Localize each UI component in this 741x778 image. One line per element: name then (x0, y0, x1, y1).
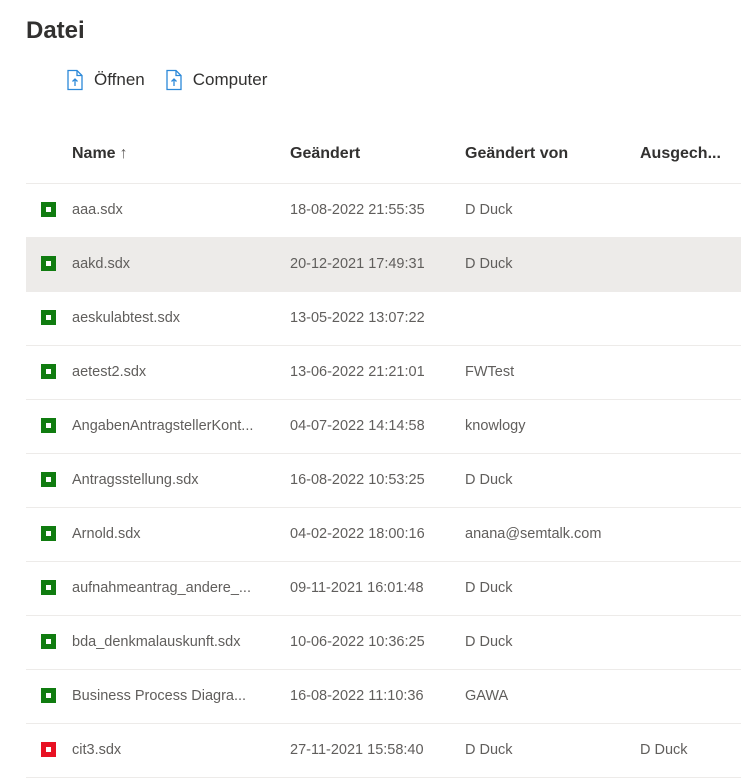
sort-ascending-icon: ↑ (119, 145, 128, 162)
open-file-icon (64, 68, 86, 92)
computer-label: Computer (192, 70, 268, 89)
file-modified-date: 18-08-2022 21:55:35 (290, 202, 425, 218)
file-checked-out-by: D Duck (640, 742, 688, 758)
table-row[interactable]: cit3.sdx 27-11-2021 15:58:40 D Duck D Duck (26, 724, 741, 778)
toolbar: Öffnen Computer (64, 66, 285, 94)
file-modified-date: 10-06-2022 10:36:25 (290, 634, 425, 650)
file-status-icon (41, 580, 56, 595)
table-row[interactable]: bda_denkmalauskunft.sdx 10-06-2022 10:36:… (26, 616, 741, 670)
column-header-changed[interactable]: Geändert (290, 145, 360, 163)
file-name: aakd.sdx (72, 256, 131, 272)
file-modified-by: FWTest (465, 364, 515, 380)
file-modified-by: knowlogy (465, 418, 526, 434)
file-status-icon (41, 526, 56, 541)
table-body: aaa.sdx 18-08-2022 21:55:35 D Duck aakd.sdx… (26, 184, 741, 778)
table-header: Name ↑ Geändert Geändert von Ausgech... (26, 130, 741, 184)
file-modified-date: 13-05-2022 13:07:22 (290, 310, 425, 326)
file-name: Antragsstellung.sdx (72, 472, 199, 488)
file-name: aetest2.sdx (72, 364, 147, 380)
column-header-name[interactable]: Name ↑ (72, 145, 128, 163)
file-locked-icon (41, 742, 56, 757)
file-list: Name ↑ Geändert Geändert von Ausgech... a… (26, 130, 741, 778)
table-row[interactable]: AngabenAntragstellerKont... 04-07-2022 14… (26, 400, 741, 454)
file-status-icon (41, 202, 56, 217)
page-title: Datei (26, 17, 85, 44)
file-status-icon (41, 688, 56, 703)
file-modified-by: D Duck (465, 256, 513, 272)
file-modified-by: GAWA (465, 688, 509, 704)
file-modified-by: D Duck (465, 472, 513, 488)
file-modified-date: 04-02-2022 18:00:16 (290, 526, 425, 542)
file-name: aeskulabtest.sdx (72, 310, 181, 326)
file-name: Business Process Diagra... (72, 688, 247, 704)
file-modified-by: D Duck (465, 580, 513, 596)
computer-button[interactable]: Computer (163, 66, 268, 94)
file-name: aaa.sdx (72, 202, 123, 218)
file-modified-date: 27-11-2021 15:58:40 (290, 742, 424, 758)
table-row[interactable]: aufnahmeantrag_andere_... 09-11-2021 16:0… (26, 562, 741, 616)
column-header-checked-out[interactable]: Ausgech... (640, 145, 740, 163)
file-status-icon (41, 418, 56, 433)
file-name: AngabenAntragstellerKont... (72, 418, 254, 434)
file-name: Arnold.sdx (72, 526, 141, 542)
file-modified-by: D Duck (465, 202, 513, 218)
open-button[interactable]: Öffnen (64, 66, 145, 94)
file-status-icon (41, 256, 56, 271)
file-modified-date: 16-08-2022 11:10:36 (290, 688, 424, 704)
table-row[interactable]: aakd.sdx 20-12-2021 17:49:31 D Duck (26, 238, 741, 292)
table-row[interactable]: Arnold.sdx 04-02-2022 18:00:16 anana@semta… (26, 508, 741, 562)
table-row[interactable]: aaa.sdx 18-08-2022 21:55:35 D Duck (26, 184, 741, 238)
table-row[interactable]: Antragsstellung.sdx 16-08-2022 10:53:25 D … (26, 454, 741, 508)
open-label: Öffnen (94, 70, 145, 89)
file-modified-date: 09-11-2021 16:01:48 (290, 580, 424, 596)
upload-file-icon (163, 68, 185, 92)
table-row[interactable]: aeskulabtest.sdx 13-05-2022 13:07:22 (26, 292, 741, 346)
file-status-icon (41, 310, 56, 325)
file-modified-by: D Duck (465, 634, 513, 650)
file-status-icon (41, 472, 56, 487)
file-name: bda_denkmalauskunft.sdx (72, 634, 241, 650)
file-name: aufnahmeantrag_andere_... (72, 580, 251, 596)
column-header-changed-by[interactable]: Geändert von (465, 145, 568, 163)
file-modified-by: anana@semtalk.com (465, 526, 602, 542)
table-row[interactable]: Business Process Diagra... 16-08-2022 11:… (26, 670, 741, 724)
file-status-icon (41, 634, 56, 649)
table-row[interactable]: aetest2.sdx 13-06-2022 21:21:01 FWTest (26, 346, 741, 400)
file-modified-by: D Duck (465, 742, 513, 758)
file-status-icon (41, 364, 56, 379)
file-modified-date: 04-07-2022 14:14:58 (290, 418, 425, 434)
file-modified-date: 16-08-2022 10:53:25 (290, 472, 425, 488)
file-modified-date: 13-06-2022 21:21:01 (290, 364, 425, 380)
file-name: cit3.sdx (72, 742, 122, 758)
file-modified-date: 20-12-2021 17:49:31 (290, 256, 425, 272)
